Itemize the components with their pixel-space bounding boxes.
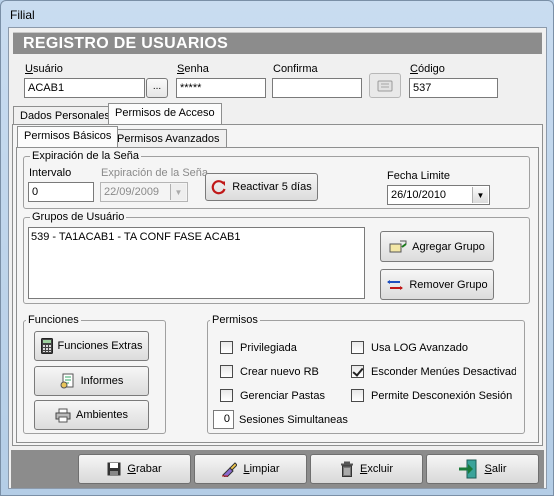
senha-input[interactable]: ***** (176, 78, 266, 98)
grupos-group: Grupos de Usuário 539 - TA1ACAB1 - TA CO… (23, 211, 530, 304)
informes-label: Informes (80, 375, 124, 387)
agregar-grupo-button[interactable]: Agregar Grupo (380, 231, 494, 262)
sesiones-label: Sesiones Simultaneas (239, 414, 348, 426)
excluir-button[interactable]: Excluir (310, 454, 423, 484)
privilegiada-label: Privilegiada (240, 341, 297, 354)
informes-button[interactable]: Informes (34, 366, 149, 396)
report-icon (60, 373, 76, 389)
refresh-icon (211, 179, 227, 195)
form-client-area: REGISTRO DE USUARIOS Usuário ACAB1 ... S… (8, 27, 547, 489)
agregar-grupo-label: Agregar Grupo (412, 240, 485, 253)
app-window: Filial REGISTRO DE USUARIOS Usuário ACAB… (0, 0, 554, 496)
gerenciar-pastas-box[interactable] (220, 389, 233, 402)
tab-dados-personales[interactable]: Dados Personales (13, 106, 117, 125)
list-item[interactable]: 539 - TA1ACAB1 - TA CONF FASE ACAB1 (31, 231, 362, 243)
permisos-basicos-panel: Expiración de la Seña Intervalo 0 Expira… (16, 147, 539, 443)
chevron-down-icon[interactable]: ▼ (472, 187, 488, 203)
salir-button[interactable]: Salir (426, 454, 539, 484)
sesiones-input[interactable]: 0 (213, 410, 234, 429)
keyboard-button[interactable] (369, 73, 401, 98)
permisos-group: Permisos Privilegiada Crear nuevo RB Ger… (207, 314, 525, 434)
esconder-menues-label: Esconder Menúes Desactivado (371, 365, 516, 378)
remove-group-icon (386, 278, 404, 292)
usa-log-avanzado-checkbox[interactable]: Usa LOG Avanzado (351, 341, 468, 354)
footer-toolbar: Grabar Limpiar Excluir Salir (11, 450, 544, 488)
usuario-lookup-button[interactable]: ... (146, 78, 168, 98)
permite-desconexion-checkbox[interactable]: Permite Desconexión Sesión (351, 389, 512, 402)
funciones-group: Funciones Funciones Extras Informes Ambi… (23, 314, 166, 434)
esconder-menues-checkbox[interactable]: Esconder Menúes Desactivado (351, 365, 516, 378)
title-bar[interactable]: Filial (1, 1, 553, 27)
exit-door-icon (458, 459, 478, 479)
reactivar-button[interactable]: Reactivar 5 días (205, 173, 318, 201)
gerenciar-pastas-label: Gerenciar Pastas (240, 389, 325, 402)
form-header: REGISTRO DE USUARIOS (13, 32, 542, 54)
fecha-limite-input[interactable]: 26/10/2010 ▼ (387, 185, 490, 205)
crear-nuevo-rb-label: Crear nuevo RB (240, 365, 319, 378)
excluir-label: Excluir (359, 463, 393, 475)
ambientes-label: Ambientes (76, 409, 128, 421)
privilegiada-checkbox[interactable]: Privilegiada (220, 341, 297, 354)
fecha-limite-value: 26/10/2010 (391, 189, 447, 201)
permite-desconexion-label: Permite Desconexión Sesión (371, 389, 513, 402)
gerenciar-pastas-checkbox[interactable]: Gerenciar Pastas (220, 389, 325, 402)
fecha-expiracion-label: Expiración de la Seña (101, 167, 209, 179)
confirma-label: Confirma (273, 63, 318, 75)
reactivar-label: Reactivar 5 días (232, 181, 312, 193)
limpiar-label: Limpiar (243, 463, 280, 475)
limpiar-button[interactable]: Limpiar (194, 454, 307, 484)
save-icon (107, 462, 121, 476)
add-group-icon (389, 240, 407, 254)
fecha-limite-label: Fecha Limite (387, 170, 450, 182)
senha-label: Senha (177, 63, 209, 75)
grabar-label: Grabar (127, 463, 162, 475)
grabar-button[interactable]: Grabar (78, 454, 191, 484)
fecha-expiracion-value: 22/09/2009 (104, 186, 160, 198)
funciones-extras-label: Funciones Extras (57, 340, 143, 352)
usuario-label: Usuário (25, 63, 63, 75)
form-title: REGISTRO DE USUARIOS (23, 35, 229, 52)
usa-log-avanzado-box[interactable] (351, 341, 364, 354)
window-title: Filial (10, 8, 35, 22)
printer-icon (55, 408, 71, 423)
usuario-input[interactable]: ACAB1 (24, 78, 145, 98)
intervalo-input[interactable]: 0 (28, 182, 94, 202)
esconder-menues-box[interactable] (351, 365, 364, 378)
salir-label: Salir (484, 463, 507, 475)
confirma-input[interactable] (272, 78, 362, 98)
trash-icon (340, 461, 354, 477)
intervalo-label: Intervalo (29, 167, 72, 179)
privilegiada-box[interactable] (220, 341, 233, 354)
codigo-label: Código (410, 63, 445, 75)
eraser-icon (221, 461, 238, 477)
permisos-de-acceso-panel: Permisos Básicos Permisos Avanzados Expi… (12, 124, 543, 446)
usa-log-avanzado-label: Usa LOG Avanzado (371, 341, 469, 354)
tab-permisos-de-acceso[interactable]: Permisos de Acceso (108, 103, 222, 124)
crear-nuevo-rb-box[interactable] (220, 365, 233, 378)
tab-permisos-avanzados[interactable]: Permisos Avanzados (110, 129, 227, 148)
tab-permisos-basicos[interactable]: Permisos Básicos (17, 126, 119, 147)
grupos-group-title: Grupos de Usuário (30, 211, 127, 223)
calculator-icon (40, 338, 53, 354)
keyboard-icon (377, 79, 393, 93)
grupos-listbox[interactable]: 539 - TA1ACAB1 - TA CONF FASE ACAB1 (28, 227, 365, 299)
remover-grupo-button[interactable]: Remover Grupo (380, 269, 494, 300)
funciones-group-title: Funciones (26, 314, 81, 326)
expiracion-group: Expiración de la Seña Intervalo 0 Expira… (23, 150, 530, 209)
funciones-extras-button[interactable]: Funciones Extras (34, 331, 149, 361)
fecha-expiracion-input: 22/09/2009 ▼ (100, 182, 188, 202)
permite-desconexion-box[interactable] (351, 389, 364, 402)
crear-nuevo-rb-checkbox[interactable]: Crear nuevo RB (220, 365, 319, 378)
expiracion-group-title: Expiración de la Seña (30, 150, 142, 162)
remover-grupo-label: Remover Grupo (409, 278, 488, 291)
codigo-input[interactable]: 537 (409, 78, 498, 98)
chevron-down-icon: ▼ (170, 184, 186, 200)
ambientes-button[interactable]: Ambientes (34, 400, 149, 430)
permisos-group-title: Permisos (210, 314, 260, 326)
